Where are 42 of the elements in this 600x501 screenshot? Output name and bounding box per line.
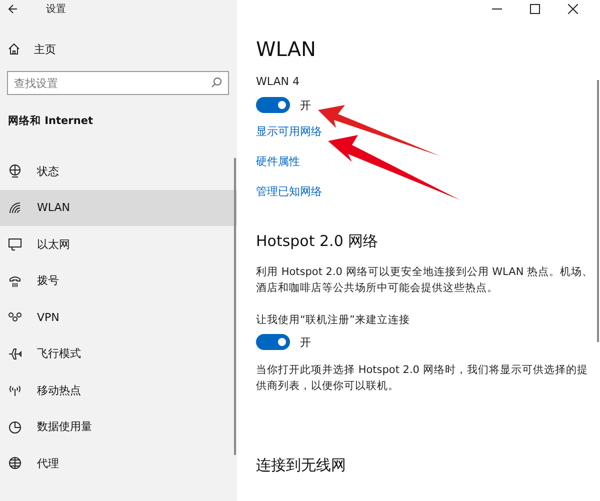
antenna-icon <box>8 383 22 398</box>
airplane-icon <box>8 346 22 361</box>
monitor-icon <box>8 237 22 252</box>
nav-item[interactable]: 代理 <box>0 445 237 482</box>
close-icon <box>568 4 578 14</box>
section-heading: 网络和 Internet <box>8 114 94 128</box>
section-heading: Hotspot 2.0 网络 <box>256 232 380 251</box>
phone-icon <box>8 274 22 288</box>
scrollbar[interactable] <box>597 80 599 342</box>
nav-item[interactable]: 状态 <box>0 153 237 190</box>
home-icon <box>8 43 20 55</box>
wifi-icon <box>8 200 22 215</box>
adapter-label: WLAN 4 <box>256 75 301 88</box>
maximize-icon <box>530 4 540 14</box>
back-arrow-icon[interactable] <box>8 4 18 14</box>
search-icon <box>211 77 222 88</box>
description-text: 利用 Hotspot 2.0 网络可以更安全地连接到公用 WLAN 热点。机场、酒店和咖啡店等公共场所中可能会提供这些热点。 <box>256 265 594 296</box>
home-nav-item[interactable]: 主页 <box>0 36 237 62</box>
link[interactable]: 硬件属性 <box>256 154 300 169</box>
toggle-label: 开 <box>300 98 311 112</box>
nav-item[interactable]: VPN <box>0 299 237 336</box>
note-text: 当你打开此项并选择 Hotspot 2.0 网络时，我们将显示可供选择的提供商列表，以便你可以联机。 <box>256 363 589 394</box>
nav-item[interactable]: 移动热点 <box>0 372 237 408</box>
toggle-label: 开 <box>300 334 311 350</box>
page-title: WLAN <box>256 37 318 63</box>
nav-item[interactable]: WLAN <box>0 190 237 226</box>
toggle-switch[interactable] <box>256 334 290 350</box>
option-label: 让我使用“联机注册”来建立连接 <box>256 313 411 328</box>
link[interactable]: 显示可用网络 <box>256 124 322 139</box>
section-heading: 连接到无线网 <box>256 456 347 475</box>
globe-icon <box>8 456 22 470</box>
nav-item[interactable]: 数据使用量 <box>0 408 237 445</box>
window-title: 设置 <box>46 2 66 16</box>
search-field[interactable]: 查找设置 <box>7 71 229 95</box>
scrollbar[interactable] <box>234 158 236 455</box>
globe-icon <box>8 164 22 178</box>
nav-item[interactable]: 拨号 <box>0 262 237 299</box>
pie-icon <box>8 420 22 434</box>
link[interactable]: 管理已知网络 <box>256 184 322 199</box>
nav-item[interactable]: 以太网 <box>0 226 237 262</box>
toggle-switch[interactable] <box>256 97 290 113</box>
nav-item[interactable]: 飞行模式 <box>0 336 237 372</box>
